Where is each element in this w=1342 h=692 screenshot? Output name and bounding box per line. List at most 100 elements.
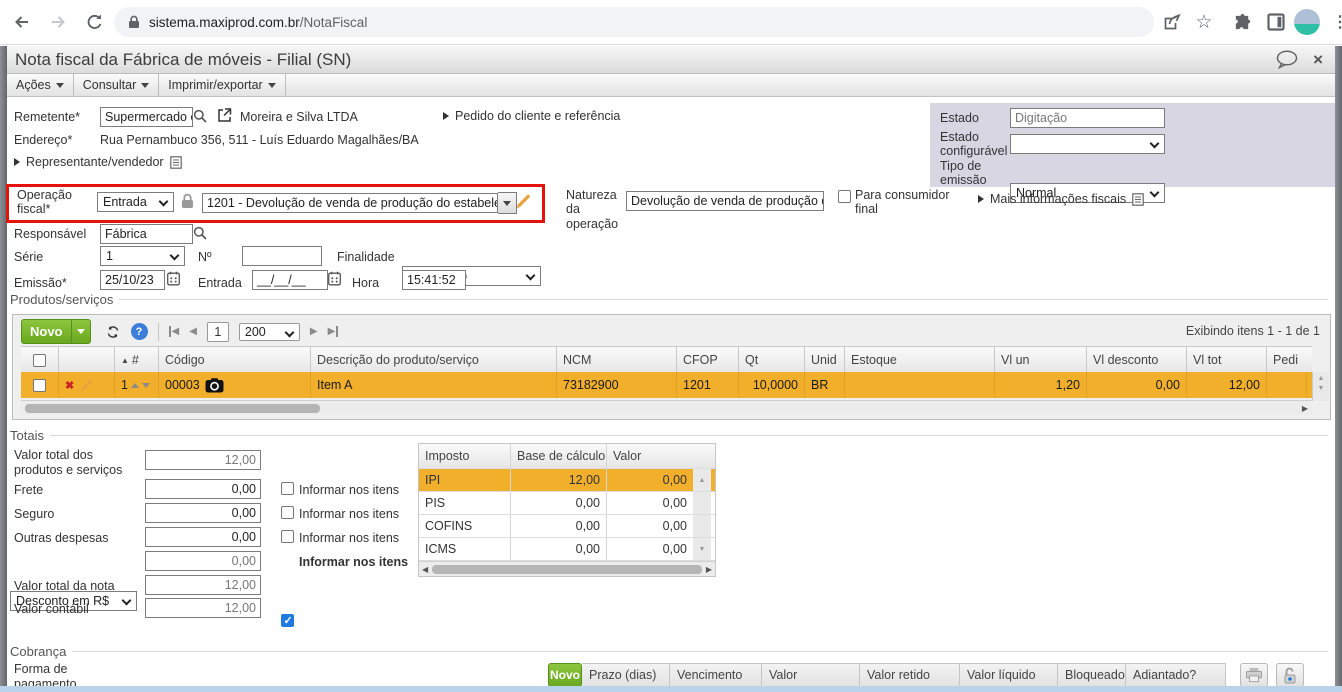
col-estoque[interactable]: Estoque xyxy=(845,347,995,373)
desconto-informar-checkbox[interactable] xyxy=(281,614,294,627)
first-page-icon[interactable]: ◀ xyxy=(168,326,179,337)
row-checkbox[interactable] xyxy=(33,378,46,392)
scroll-right-icon[interactable]: ▶ xyxy=(706,565,715,574)
close-icon[interactable]: × xyxy=(1313,50,1323,70)
search-icon[interactable] xyxy=(193,109,207,126)
prev-page-icon[interactable]: ◀ xyxy=(189,326,197,337)
col-valor-retido[interactable]: Valor retido xyxy=(860,663,960,687)
imposto-row[interactable]: PIS 0,00 0,00 xyxy=(419,492,715,515)
col-adiantado[interactable]: Adiantado? xyxy=(1126,663,1226,687)
col-vl-tot[interactable]: Vl tot xyxy=(1187,347,1267,373)
col-codigo[interactable]: Código xyxy=(159,347,311,373)
col-pedido[interactable]: Pedi xyxy=(1267,347,1307,373)
entrada-input[interactable]: __/__/__ xyxy=(252,270,328,290)
scroll-left-icon[interactable]: ◀ xyxy=(419,565,428,574)
next-page-icon[interactable]: ▶ xyxy=(310,326,318,337)
imposto-row[interactable]: ICMS 0,00 0,00 ▼ xyxy=(419,538,715,561)
calendar-icon[interactable] xyxy=(167,271,180,289)
page-size-select[interactable]: 200 xyxy=(238,322,300,341)
select-all-checkbox[interactable] xyxy=(33,353,46,367)
col-unid[interactable]: Unid xyxy=(805,347,845,373)
outras-despesas-input[interactable]: 0,00 xyxy=(145,527,261,547)
natureza-operacao-input[interactable]: Devolução de venda de produção d xyxy=(626,191,824,211)
profile-avatar[interactable] xyxy=(1294,9,1320,35)
mais-informacoes-toggle[interactable]: Mais informações fiscais xyxy=(978,192,1144,206)
col-valor[interactable]: Valor xyxy=(607,444,693,468)
col-vl-un[interactable]: Vl un xyxy=(995,347,1087,373)
delete-row-icon[interactable] xyxy=(65,379,74,392)
grid-vertical-scrollbar[interactable]: ▲ ▼ xyxy=(1312,372,1329,401)
bookmark-star-icon[interactable]: ☆ xyxy=(1192,10,1216,34)
scroll-down-icon[interactable]: ▼ xyxy=(693,538,711,560)
imposto-row[interactable]: COFINS 0,00 0,00 xyxy=(419,515,715,538)
scroll-up-icon[interactable]: ▲ xyxy=(693,469,711,491)
browser-reload-icon[interactable] xyxy=(82,10,106,34)
representante-toggle[interactable]: Representante/vendedor xyxy=(14,155,182,169)
numero-input[interactable] xyxy=(242,246,322,266)
para-consumidor-final-checkbox[interactable] xyxy=(838,190,851,203)
menu-acoes[interactable]: Ações xyxy=(7,74,74,96)
chat-bubble-icon[interactable] xyxy=(1275,50,1299,69)
impostos-horizontal-scrollbar[interactable]: ◀ ▶ xyxy=(419,561,715,576)
col-qt[interactable]: Qt xyxy=(739,347,805,373)
col-valor[interactable]: Valor xyxy=(762,663,860,687)
browser-back-icon[interactable] xyxy=(10,10,34,34)
operacao-fiscal-combo-text[interactable]: 1201 - Devolução de venda de produção do… xyxy=(202,193,498,213)
operacao-tipo-select[interactable]: Entrada xyxy=(97,192,174,212)
operacao-fiscal-combo[interactable]: 1201 - Devolução de venda de produção do… xyxy=(202,192,517,214)
grid-horizontal-scrollbar[interactable]: ▶ xyxy=(21,400,1312,415)
camera-icon[interactable] xyxy=(205,377,224,393)
calendar-icon[interactable] xyxy=(328,271,341,289)
novo-item-button[interactable]: Novo xyxy=(21,319,91,344)
remetente-input[interactable]: Supermercado esp xyxy=(100,107,193,127)
move-down-icon[interactable] xyxy=(141,382,150,388)
frete-informar-checkbox[interactable] xyxy=(281,482,294,495)
search-icon[interactable] xyxy=(193,226,207,243)
novo-cobranca-button[interactable]: Novo xyxy=(548,663,582,687)
col-num[interactable]: ▲ # xyxy=(115,347,159,373)
col-vl-desconto[interactable]: Vl desconto xyxy=(1087,347,1187,373)
last-page-icon[interactable]: ▶ xyxy=(328,326,339,337)
side-panel-icon[interactable] xyxy=(1264,10,1288,34)
help-icon[interactable] xyxy=(130,323,148,340)
serie-select[interactable]: 1 xyxy=(100,246,185,266)
address-bar[interactable]: sistema.maxiprod.com.br/NotaFiscal xyxy=(114,7,1154,37)
scrollbar-thumb[interactable] xyxy=(432,564,702,574)
seguro-informar-checkbox[interactable] xyxy=(281,506,294,519)
seguro-input[interactable]: 0,00 xyxy=(145,503,261,523)
col-imposto[interactable]: Imposto xyxy=(419,444,511,468)
lock-button[interactable] xyxy=(1276,663,1304,687)
col-vencimento[interactable]: Vencimento xyxy=(670,663,762,687)
open-external-icon[interactable] xyxy=(216,107,232,126)
col-cfop[interactable]: CFOP xyxy=(677,347,739,373)
hora-input[interactable]: 15:41:52 xyxy=(402,270,466,290)
responsavel-input[interactable]: Fábrica xyxy=(100,224,193,244)
col-ncm[interactable]: NCM xyxy=(557,347,677,373)
edit-pencil-icon[interactable] xyxy=(80,378,94,392)
menu-imprimir-exportar[interactable]: Imprimir/exportar xyxy=(159,74,286,96)
print-button[interactable] xyxy=(1240,663,1268,687)
browser-menu-dots-icon[interactable]: ⋮ xyxy=(1328,10,1342,34)
scroll-down-icon[interactable]: ▼ xyxy=(1318,385,1325,392)
extensions-puzzle-icon[interactable] xyxy=(1230,10,1254,34)
col-base-calculo[interactable]: Base de cálculo xyxy=(511,444,607,468)
refresh-icon[interactable] xyxy=(105,324,121,340)
share-icon[interactable] xyxy=(1160,10,1184,34)
browser-forward-icon[interactable] xyxy=(46,10,70,34)
col-bloqueado[interactable]: Bloqueado xyxy=(1058,663,1126,687)
emissao-input[interactable]: 25/10/23 xyxy=(100,270,165,290)
table-row[interactable]: 1 00003 Item A 73182900 1201 10,0000 BR … xyxy=(21,372,1312,398)
page-number[interactable]: 1 xyxy=(206,321,229,342)
col-descricao[interactable]: Descrição do produto/serviço xyxy=(311,347,557,373)
col-prazo[interactable]: Prazo (dias) xyxy=(582,663,670,687)
outras-informar-checkbox[interactable] xyxy=(281,530,294,543)
scrollbar-thumb[interactable] xyxy=(25,403,320,413)
scroll-right-icon[interactable]: ▶ xyxy=(1302,404,1312,413)
chevron-down-icon[interactable] xyxy=(70,320,90,343)
menu-consultar[interactable]: Consultar xyxy=(74,74,160,96)
move-up-icon[interactable] xyxy=(130,382,139,388)
scroll-up-icon[interactable]: ▲ xyxy=(1318,375,1325,382)
imposto-row[interactable]: IPI 12,00 0,00 ▲ xyxy=(419,469,715,492)
col-valor-liquido[interactable]: Valor líquido xyxy=(960,663,1058,687)
estado-configuravel-select[interactable] xyxy=(1010,134,1165,154)
